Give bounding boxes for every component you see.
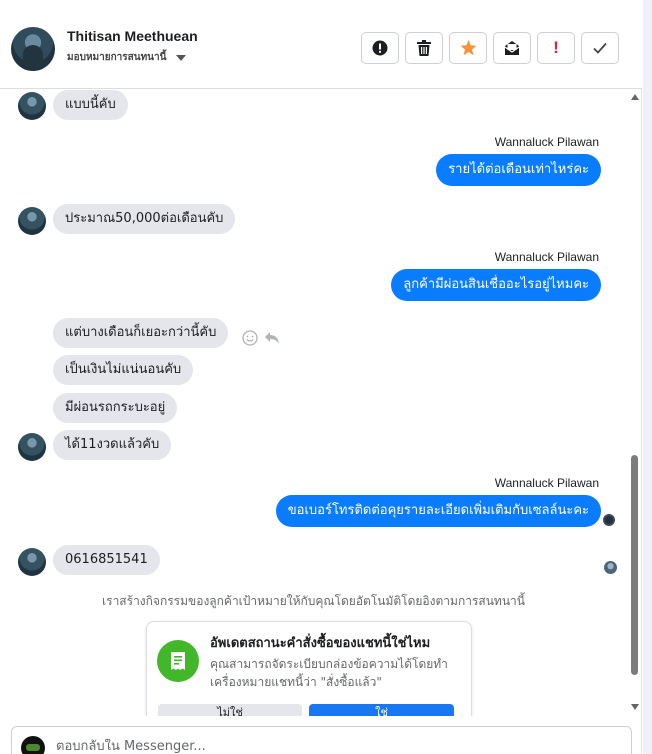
scroll-down-arrow-icon[interactable] <box>631 704 639 710</box>
exclamation-icon: ! <box>553 38 559 57</box>
chevron-down-icon <box>176 54 187 61</box>
order-receipt-icon <box>157 640 199 682</box>
sender-name: Wannaluck Pilawan <box>494 476 599 490</box>
incoming-message[interactable]: แบบนี้คับ <box>53 90 128 120</box>
contact-avatar-small <box>18 433 46 461</box>
mark-unread-button[interactable] <box>493 32 531 64</box>
contact-avatar-small <box>18 207 46 235</box>
incoming-message[interactable]: มีผ่อนรถกระบะอยู่ <box>53 393 178 423</box>
window-edge <box>643 0 652 754</box>
incoming-message[interactable]: แต่บางเดือนก็เยอะกว่านี้คับ <box>53 318 229 348</box>
order-card-title: อัพเดตสถานะคำสั่งซื้อของแชทนี้ใช่ไหม <box>210 636 431 651</box>
star-icon <box>460 40 476 56</box>
message-list[interactable]: แบบนี้คับ Wannaluck Pilawan รายได้ต่อเดื… <box>0 90 627 716</box>
contact-seen-avatar <box>604 561 617 574</box>
inbox-conversation-panel: Thitisan Meethuean มอบหมายการสนทนานี้ ! … <box>0 0 642 754</box>
scroll-thumb[interactable] <box>631 455 638 675</box>
message-hover-actions <box>242 330 280 346</box>
reply-icon[interactable] <box>264 331 280 345</box>
reply-composer <box>11 726 632 754</box>
page-avatar <box>21 736 45 754</box>
incoming-message[interactable]: ได้11งวดแล้วคับ <box>53 430 172 460</box>
contact-avatar[interactable] <box>11 27 55 71</box>
reply-input[interactable] <box>56 739 616 754</box>
incoming-message[interactable]: ประมาณ50,000ต่อเดือนคับ <box>53 204 236 234</box>
mark-done-button[interactable] <box>581 32 619 64</box>
envelope-icon <box>504 41 520 55</box>
alert-circle-icon <box>372 40 388 56</box>
report-spam-button[interactable] <box>361 32 399 64</box>
check-icon <box>593 42 607 54</box>
conversation-actions: ! <box>361 32 619 64</box>
smiley-icon[interactable] <box>242 330 258 346</box>
message-list-scrollbar[interactable] <box>629 90 641 716</box>
sender-name: Wannaluck Pilawan <box>494 250 599 264</box>
order-no-button[interactable]: ไม่ใช่ <box>158 704 302 716</box>
assign-conversation-dropdown[interactable]: มอบหมายการสนทนานี้ <box>67 50 187 65</box>
sender-name: Wannaluck Pilawan <box>494 135 599 149</box>
trash-icon <box>417 40 431 56</box>
star-button[interactable] <box>449 32 487 64</box>
contact-name[interactable]: Thitisan Meethuean <box>67 28 198 44</box>
assign-conversation-label: มอบหมายการสนทนานี้ <box>67 52 167 63</box>
delete-button[interactable] <box>405 32 443 64</box>
scroll-up-arrow-icon[interactable] <box>631 94 639 100</box>
incoming-message[interactable]: 0616851541 <box>53 545 160 575</box>
page-seen-avatar <box>603 514 615 526</box>
order-status-card: อัพเดตสถานะคำสั่งซื้อของแชทนี้ใช่ไหม คุณ… <box>146 621 472 716</box>
conversation-header: Thitisan Meethuean มอบหมายการสนทนานี้ ! <box>0 10 642 89</box>
contact-avatar-small <box>18 548 46 576</box>
outgoing-message[interactable]: รายได้ต่อเดือนเท่าไหร่คะ <box>436 154 601 186</box>
follow-up-button[interactable]: ! <box>537 32 575 64</box>
outgoing-message[interactable]: ลูกค้ามีผ่อนสินเชื่ออะไรอยู่ไหมคะ <box>391 269 601 301</box>
panel-top-divider <box>0 0 642 10</box>
outgoing-message[interactable]: ขอเบอร์โทรติดต่อคุยรายละเอียดเพิ่มเติมกั… <box>275 495 601 527</box>
order-card-description: คุณสามารถจัดระเบียบกล่องข้อความได้โดยทำเ… <box>210 657 448 689</box>
contact-avatar-small <box>18 92 46 120</box>
order-yes-button[interactable]: ใช่ <box>309 704 454 716</box>
incoming-message[interactable]: เป็นเงินไม่แน่นอนคับ <box>53 355 194 385</box>
system-note: เราสร้างกิจกรรมของลูกค้าเป้าหมายให้กับคุ… <box>102 594 525 608</box>
